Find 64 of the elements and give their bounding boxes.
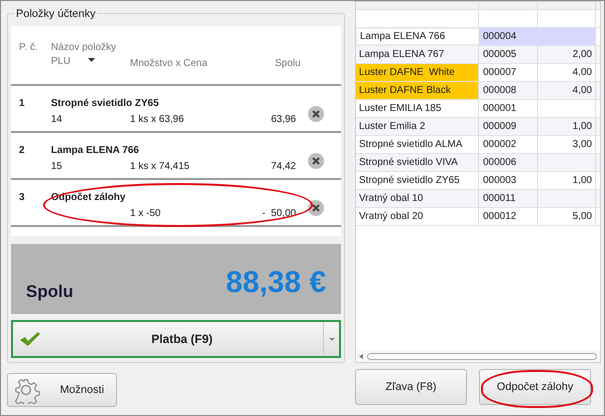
product-code-cell: 000012 xyxy=(479,208,538,225)
product-code-cell: 000008 xyxy=(479,82,538,99)
item-plu: 15 xyxy=(51,160,62,174)
product-name-cell[interactable]: Luster Emilia 2 xyxy=(356,118,479,135)
item-quantity: 1 ks x 63,96 xyxy=(130,113,184,127)
column-header[interactable]: PLU xyxy=(51,54,70,69)
item-number: 2 xyxy=(19,144,25,158)
product-name-cell[interactable]: Stropné svietidlo ZY65 xyxy=(356,172,479,189)
sort-caret-icon[interactable] xyxy=(88,58,95,62)
product-code-cell: 000001 xyxy=(479,100,538,117)
product-code-cell: 000005 xyxy=(479,46,538,63)
dropdown-arrow-icon[interactable] xyxy=(328,338,334,340)
product-name-cell[interactable]: Luster EMILIA 185 xyxy=(356,100,479,117)
total-value: 88,38 € xyxy=(226,268,326,298)
product-code-cell: 000003 xyxy=(479,172,538,189)
column-header: Spolu xyxy=(275,57,301,71)
action-button[interactable]: Odpočet zálohy xyxy=(479,369,591,405)
pay-button[interactable]: Platba (F9) xyxy=(11,320,341,358)
product-name-cell[interactable]: Lampa ELENA 767 xyxy=(356,46,479,63)
remove-icon[interactable] xyxy=(308,153,324,169)
product-name-cell[interactable]: Vratný obal 20 xyxy=(356,208,479,225)
item-total: 74,42 xyxy=(270,160,296,174)
total-label: Spolu xyxy=(26,280,74,302)
item-name: Lampa ELENA 766 xyxy=(51,144,139,158)
item-name: Odpočet zálohy xyxy=(51,191,126,205)
item-quantity: 1 x -50 xyxy=(130,207,161,221)
column-header: Množstvo x Cena xyxy=(130,57,208,71)
scroll-left-icon[interactable] xyxy=(359,354,363,358)
product-stock-cell: 4,00 xyxy=(538,64,596,81)
item-number: 1 xyxy=(19,97,25,111)
item-plu: 14 xyxy=(51,113,62,127)
column-header: Názov položky xyxy=(51,41,116,55)
product-name-cell[interactable]: Lampa ELENA 766 xyxy=(356,28,479,45)
product-stock-cell: 3,00 xyxy=(538,136,596,153)
item-total: 63,96 xyxy=(270,113,296,127)
product-code-cell: 000007 xyxy=(479,64,538,81)
options-button[interactable]: Možnosti xyxy=(7,373,117,407)
product-name-cell[interactable]: Stropné svietidlo VIVA xyxy=(356,154,479,171)
product-stock-cell: 2,00 xyxy=(538,46,596,63)
product-code-cell: 000004 xyxy=(479,28,538,45)
product-code-cell: 000002 xyxy=(479,136,538,153)
item-quantity: 1 ks x 74,415 xyxy=(130,160,190,174)
checkmark-icon xyxy=(19,331,41,347)
product-stock-cell: 1,00 xyxy=(538,172,596,189)
product-stock-cell: 5,00 xyxy=(538,208,596,225)
remove-icon[interactable] xyxy=(308,106,324,122)
column-header: P. č. xyxy=(19,41,38,55)
group-title: Položky účtenky xyxy=(14,6,98,22)
product-stock-cell: 1,00 xyxy=(538,118,596,135)
item-total: - 50,00 xyxy=(262,207,296,221)
remove-icon[interactable] xyxy=(308,200,324,216)
item-name: Stropné svietidlo ZY65 xyxy=(51,97,159,111)
product-code-cell: 000006 xyxy=(479,154,538,171)
product-stock-cell: 4,00 xyxy=(538,82,596,99)
product-name-cell[interactable]: Stropné svietidlo ALMA xyxy=(356,136,479,153)
scrollbar-thumb[interactable] xyxy=(367,352,597,360)
product-name-cell[interactable]: Vratný obal 10 xyxy=(356,190,479,207)
product-code-cell: 000009 xyxy=(479,118,538,135)
gear-icon xyxy=(12,376,40,404)
item-number: 3 xyxy=(19,191,25,205)
product-name-cell[interactable]: Luster DAFNE White xyxy=(356,64,479,81)
product-code-cell: 000011 xyxy=(479,190,538,207)
product-name-cell[interactable]: Luster DAFNE Black xyxy=(356,82,479,99)
action-button[interactable]: Zľava (F8) xyxy=(355,369,467,405)
